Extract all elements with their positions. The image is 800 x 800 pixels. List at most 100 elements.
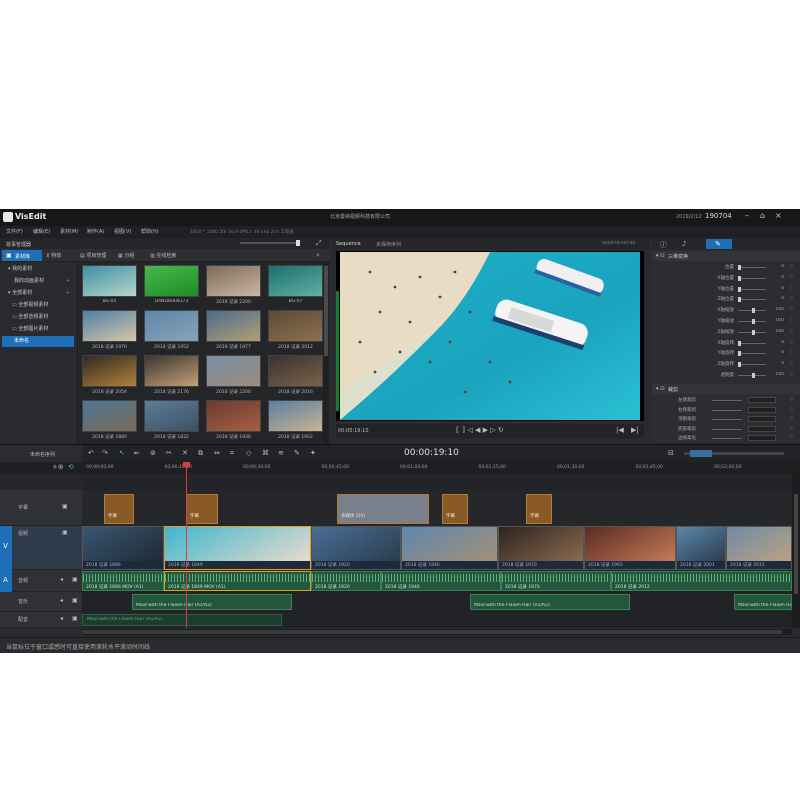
search-icon[interactable]: ⌕ [316,251,320,260]
property-value[interactable]: 100 [768,318,784,323]
add-icon[interactable]: + [66,288,70,299]
keyframe-icon[interactable]: ✦ [310,449,316,457]
property-slider[interactable] [738,288,766,290]
speaker-icon[interactable]: ◂ [60,597,63,604]
property-slider[interactable] [738,364,766,366]
keyframe-icon[interactable]: ◇ [790,329,793,334]
track-music[interactable]: 音乐 ◂ ▣ [0,592,82,612]
property-row[interactable]: X轴旋转 0 ◇ [652,338,800,349]
music-clip[interactable]: Maid with the Flaxen Hair (A1/A2) [470,594,630,610]
goto-end-icon[interactable]: ▶| [631,426,639,434]
property-slider[interactable] [738,353,766,355]
media-thumbnail[interactable] [268,400,323,432]
property-slider[interactable] [738,277,766,279]
crop-slider[interactable] [712,438,742,439]
sequence-tab[interactable]: 未命名序列 [0,445,82,463]
tab-effects[interactable]: ⊻ 特效 [46,252,61,259]
ripple-tool-icon[interactable]: ⇤ [134,449,140,457]
media-thumbnail[interactable] [82,400,137,432]
property-slider[interactable] [738,342,766,344]
audio-clip[interactable]: 2018 记录 1896.MOV (A1) [82,571,164,591]
timeline-scrollbar[interactable] [792,474,800,628]
undo-icon[interactable]: ↶ [88,449,94,457]
media-thumbnail[interactable] [206,400,261,432]
video-clip[interactable]: 2018 记录 1970 [498,526,584,570]
property-slider-handle[interactable] [752,308,755,314]
track-lock-icon[interactable]: ▣ [72,576,78,583]
crop-slider[interactable] [712,409,742,411]
property-slider-handle[interactable] [738,297,741,303]
keyframe-icon[interactable]: ◇ [790,275,793,280]
property-slider-handle[interactable] [752,329,755,335]
property-slider-handle[interactable] [738,265,741,270]
music-clip[interactable]: Maid with the Flaxen Hair (A1/A2) [132,594,292,610]
audio-clip[interactable]: 2018 记录 1920 [311,571,381,591]
link-icon[interactable]: ⊚ [150,449,156,457]
snap-toggle-icon[interactable]: ⟲ [68,463,74,471]
media-thumbnail[interactable] [206,310,261,342]
property-slider-handle[interactable] [738,362,741,368]
property-value[interactable]: 0 [768,340,784,345]
title-clip[interactable]: 字幕 [104,494,134,524]
home-button[interactable]: ⌂ [760,211,765,220]
menu-material[interactable]: 素材(M) [60,228,78,235]
zoom-slider[interactable] [240,242,300,244]
title-clip[interactable]: 字幕 [442,494,468,524]
music-clip[interactable]: Maid with the Flaxen Hair [734,594,792,610]
section-3d-transform[interactable]: ▾ ☑ 三维变换 [652,251,800,261]
property-row[interactable]: Z轴旋转 0 ◇ [652,359,800,370]
property-value[interactable]: 0 [768,361,784,366]
redo-icon[interactable]: ↷ [102,449,108,457]
audio-mix-icon[interactable]: ≋ [278,449,284,457]
property-value[interactable]: 0 [768,286,784,291]
select-tool-icon[interactable]: ↖ [119,449,125,457]
audio-icon[interactable]: ♪ [682,240,686,248]
tree-item-all[interactable]: ▾ 全部素材 + [2,288,74,299]
playhead-handle[interactable] [183,462,190,467]
crop-slider[interactable] [712,428,742,430]
media-thumbnail[interactable] [82,265,137,297]
trim-icon[interactable]: ⧉ [198,449,203,458]
property-slider[interactable] [738,299,766,301]
video-clip[interactable]: 2018 记录 1993 [584,526,676,570]
track-video[interactable]: V 视频 ▣ [0,526,82,570]
speaker-icon[interactable]: ◂ [60,576,63,583]
crop-slider[interactable] [712,400,742,401]
property-slider-handle[interactable] [738,340,741,346]
property-value[interactable]: 0 [768,296,784,301]
render-icon[interactable]: ⊟ [668,449,674,457]
crop-value-field[interactable] [748,425,776,432]
property-row[interactable]: Z轴缩放 100 ◇ [652,327,800,338]
menu-help[interactable]: 帮助(H) [141,228,159,235]
audio-clip[interactable]: 2018 记录 1946 [381,571,501,591]
crop-value-field[interactable] [748,416,776,422]
property-row[interactable]: Z轴位置 0 ◇ [652,294,800,305]
info-icon[interactable]: ⓘ [660,240,667,250]
media-thumbnail[interactable] [144,400,199,432]
tree-item-unnamed[interactable]: 未命名 [2,336,74,347]
property-row[interactable]: X轴位置 0 ◇ [652,273,800,284]
keyframe-icon[interactable]: ◇ [790,416,793,421]
property-slider-handle[interactable] [738,275,741,281]
tab-group[interactable]: ▦ 分组 [118,252,134,259]
section-crop[interactable]: ▾ ☑ 裁剪 [652,384,800,394]
crop-slider[interactable] [712,419,742,420]
keyframe-icon[interactable]: ◇ [790,372,793,377]
property-row[interactable]: X轴缩放 100 ◇ [652,305,800,316]
keyframe-icon[interactable]: ◇ [790,340,793,345]
media-thumbnail[interactable] [268,355,323,387]
close-button[interactable]: × [775,211,782,220]
track-lock-icon[interactable]: ▣ [72,597,78,604]
media-thumbnail[interactable] [206,355,261,387]
zoom-slider-handle[interactable] [296,240,300,246]
media-thumbnail[interactable] [144,355,199,387]
keyframe-icon[interactable]: ◇ [790,397,793,402]
property-row[interactable]: Y轴旋转 0 ◇ [652,348,800,359]
title-clip[interactable]: 多媒体 5(0) [337,494,429,524]
video-clip[interactable]: 2018 记录 1896 [82,526,164,570]
keyframe-icon[interactable]: ◇ [790,307,793,312]
keyframe-icon[interactable]: ◇ [790,407,793,412]
marker-icon[interactable]: ◇ [246,449,251,457]
keyframe-icon[interactable]: ◇ [790,286,793,291]
keyframe-icon[interactable]: ◇ [790,318,793,323]
